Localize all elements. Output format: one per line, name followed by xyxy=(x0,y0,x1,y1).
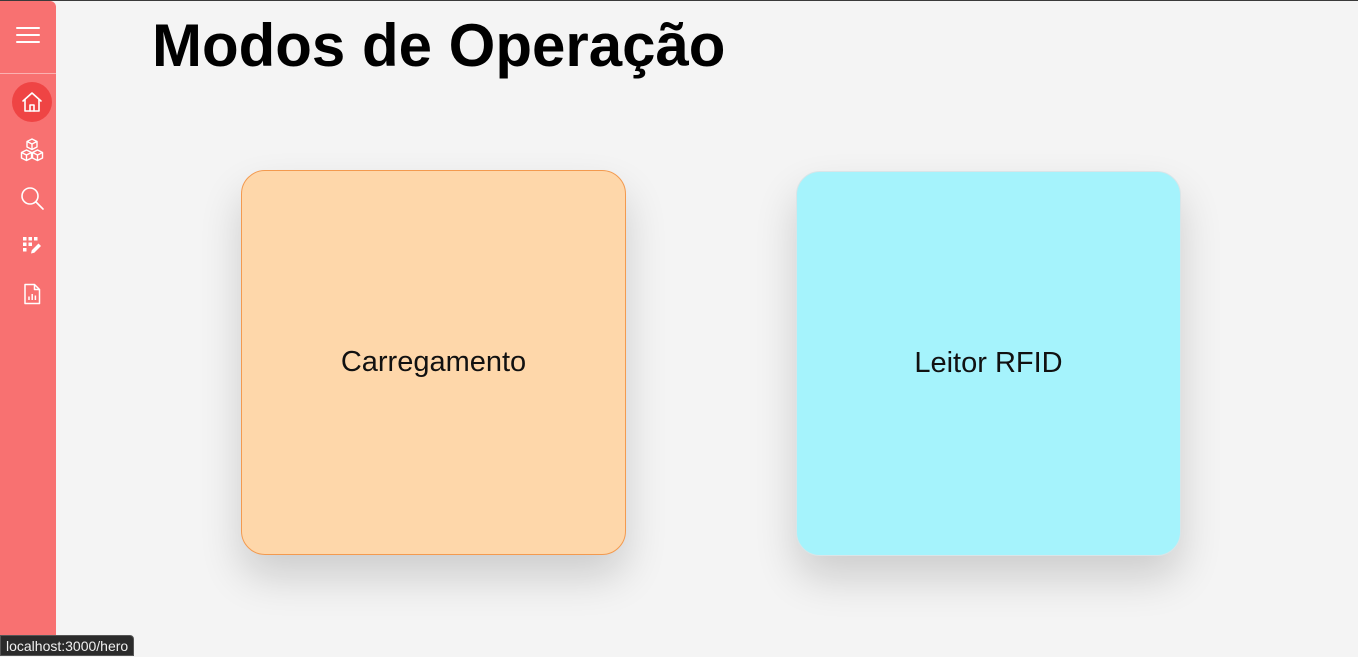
card-carregamento[interactable]: Carregamento xyxy=(241,170,626,555)
sidebar xyxy=(0,1,56,656)
hamburger-menu-icon xyxy=(16,26,40,49)
page-title: Modos de Operação xyxy=(152,12,726,79)
search-icon xyxy=(19,185,45,211)
card-label: Leitor RFID xyxy=(914,347,1063,379)
sidebar-item-grid-edit[interactable] xyxy=(12,226,52,266)
link-status-url: localhost:3000/hero xyxy=(0,635,135,656)
grid-edit-icon xyxy=(22,236,42,256)
sidebar-item-search[interactable] xyxy=(12,178,52,218)
report-icon xyxy=(22,283,42,305)
sidebar-item-products[interactable] xyxy=(12,130,52,170)
menu-toggle-button[interactable] xyxy=(0,1,56,74)
home-icon xyxy=(20,90,44,114)
card-label: Carregamento xyxy=(340,346,527,378)
window-top-border xyxy=(0,0,1358,1)
cubes-icon xyxy=(19,137,45,163)
sidebar-item-reports[interactable] xyxy=(12,274,52,314)
card-leitor-rfid[interactable]: Leitor RFID xyxy=(796,171,1181,556)
sidebar-item-home[interactable] xyxy=(12,82,52,122)
